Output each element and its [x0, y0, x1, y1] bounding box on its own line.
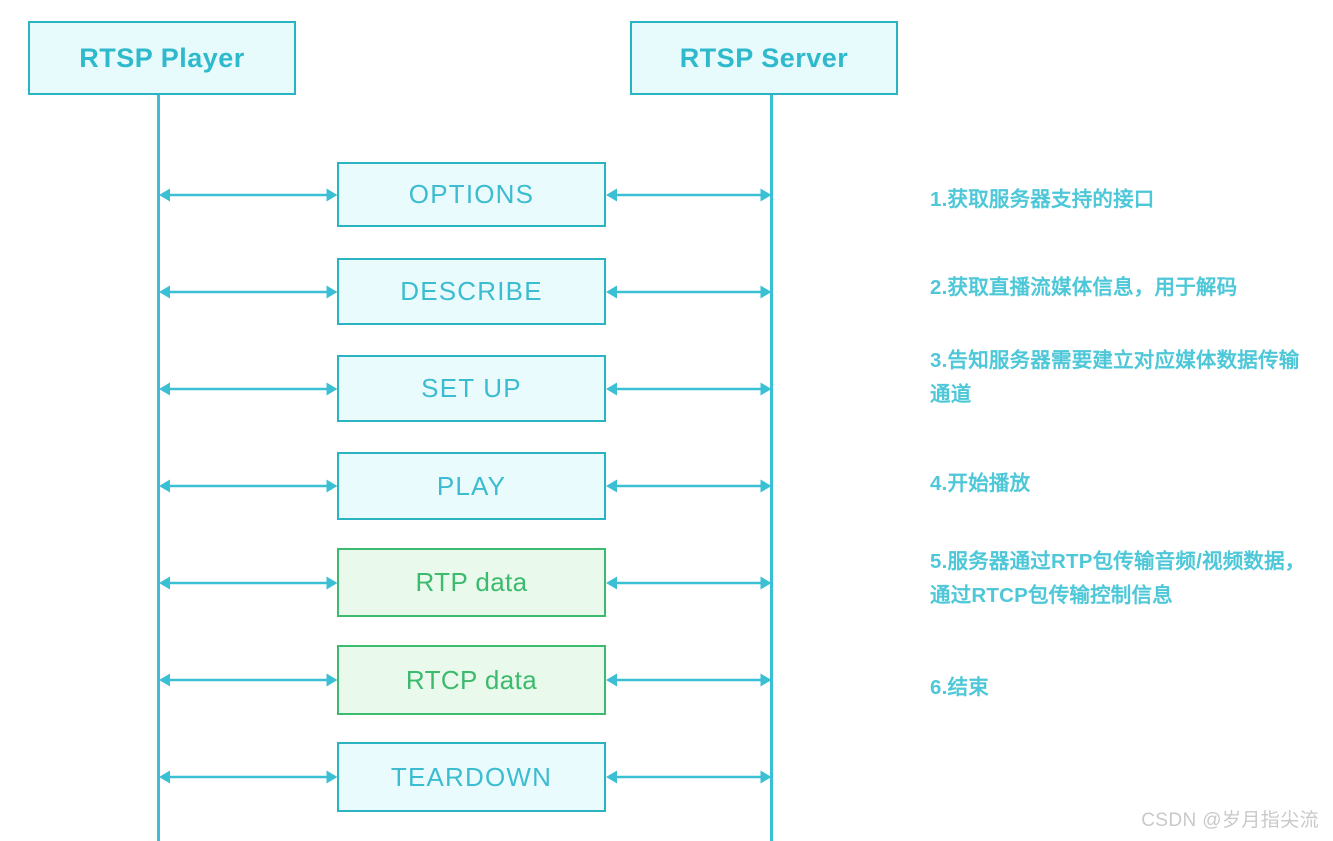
- arrow-left-options: [158, 187, 337, 203]
- actor-label-rtsp-player: RTSP Player: [79, 42, 245, 73]
- diagram-canvas: RTSP Player RTSP Server OPTIONS DESCRIBE S…: [0, 0, 1333, 841]
- message-label-rtp-data: RTP data: [415, 567, 528, 597]
- watermark: CSDN @岁月指尖流: [1141, 810, 1319, 831]
- actor-box-rtsp-player: RTSP Player: [28, 21, 296, 95]
- lifeline-rtsp-server: [770, 95, 773, 841]
- note-2: 2.获取直播流媒体信息，用于解码: [930, 276, 1238, 299]
- arrow-right-play: [606, 478, 772, 494]
- message-label-set-up: SET UP: [421, 373, 522, 403]
- lifeline-rtsp-player: [157, 95, 160, 841]
- message-label-rtcp-data: RTCP data: [405, 664, 538, 695]
- note-5: 5.服务器通过RTP包传输音频/视频数据，通过RTCP包传输控制信息: [930, 550, 1306, 607]
- message-label-options: OPTIONS: [408, 179, 535, 209]
- actor-label-rtsp-server: RTSP Server: [679, 42, 849, 73]
- message-box-teardown[interactable]: TEARDOWN: [337, 742, 606, 812]
- arrow-right-describe: [606, 284, 772, 300]
- arrow-left-rtp-data: [158, 575, 337, 591]
- arrow-left-set-up: [158, 381, 337, 397]
- actor-box-rtsp-server: RTSP Server: [630, 21, 898, 95]
- message-box-rtp-data[interactable]: RTP data: [337, 548, 606, 617]
- arrow-right-teardown: [606, 769, 772, 785]
- note-1: 1.获取服务器支持的接口: [930, 188, 1155, 211]
- note-3: 3.告知服务器需要建立对应媒体数据传输通道: [930, 349, 1300, 406]
- note-6: 6.结束: [930, 676, 989, 699]
- note-4: 4.开始播放: [930, 472, 1031, 495]
- message-box-set-up[interactable]: SET UP: [337, 355, 606, 422]
- message-label-play: PLAY: [436, 470, 507, 501]
- arrow-right-rtcp-data: [606, 672, 772, 688]
- message-label-describe: DESCRIBE: [400, 276, 543, 306]
- message-box-rtcp-data[interactable]: RTCP data: [337, 645, 606, 715]
- arrow-right-rtp-data: [606, 575, 772, 591]
- arrow-left-play: [158, 478, 337, 494]
- message-box-options[interactable]: OPTIONS: [337, 162, 606, 227]
- message-label-teardown: TEARDOWN: [390, 761, 553, 792]
- message-box-describe[interactable]: DESCRIBE: [337, 258, 606, 325]
- arrow-right-options: [606, 187, 772, 203]
- arrow-left-rtcp-data: [158, 672, 337, 688]
- message-box-play[interactable]: PLAY: [337, 452, 606, 520]
- arrow-left-teardown: [158, 769, 337, 785]
- arrow-left-describe: [158, 284, 337, 300]
- arrow-right-set-up: [606, 381, 772, 397]
